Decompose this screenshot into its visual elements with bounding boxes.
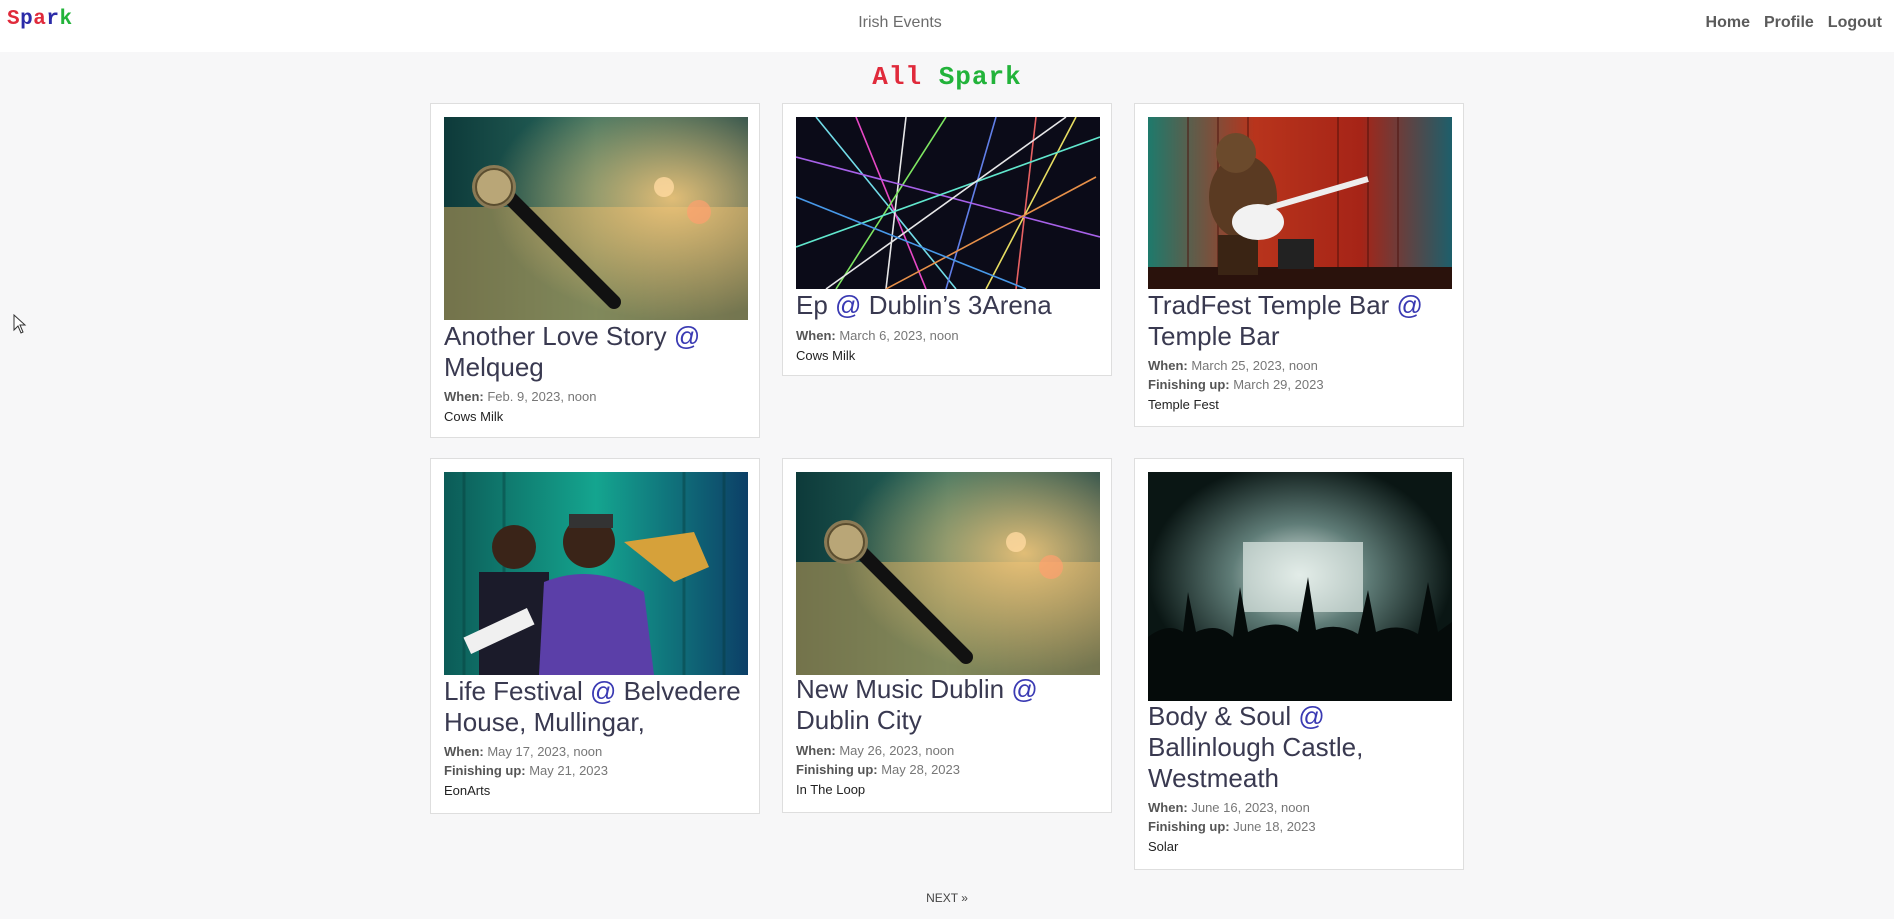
event-organizer: In The Loop [796,782,866,797]
microphone-image [444,117,748,320]
microphone-image [796,472,1100,675]
at-sign: @ [1011,674,1038,704]
saxophone-player-image [444,472,748,675]
mouse-cursor-icon [13,314,27,334]
event-card[interactable]: TradFest Temple Bar @ Temple Bar When: M… [1134,103,1464,427]
finish-label: Finishing up: [1148,377,1230,392]
when-label: When: [1148,800,1188,815]
event-when: When: March 6, 2023, noon [796,326,1102,345]
at-sign: @ [673,321,701,351]
event-name: Another Love Story [444,321,667,351]
finish-value: June 18, 2023 [1233,819,1316,834]
at-sign: @ [589,676,617,706]
event-title[interactable]: Ep @ Dublin’s 3Arena [796,290,1102,321]
when-label: When: [796,328,836,343]
event-finish: Finishing up: May 21, 2023 [444,761,750,780]
heading-word-all: All [872,62,923,92]
when-value: June 16, 2023, noon [1191,800,1310,815]
top-navbar: Spark Irish Events Home Profile Logout [0,0,1894,52]
nav-home-link[interactable]: Home [1706,14,1750,32]
at-sign: @ [1396,290,1423,320]
event-when: When: May 26, 2023, noon [796,741,1102,760]
event-organizer: Cows Milk [444,409,504,424]
event-organizer: Cows Milk [796,348,856,363]
when-label: When: [1148,358,1188,373]
finish-value: May 28, 2023 [881,762,960,777]
event-organizer: Solar [1148,839,1179,854]
finish-label: Finishing up: [444,763,526,778]
event-when: When: June 16, 2023, noon [1148,798,1454,817]
event-finish: Finishing up: June 18, 2023 [1148,817,1454,836]
event-when: When: Feb. 9, 2023, noon [444,387,750,406]
event-card[interactable]: Ep @ Dublin’s 3Arena When: March 6, 2023… [782,103,1112,376]
when-label: When: [444,744,484,759]
main-nav: Home Profile Logout [1706,14,1882,32]
event-when: When: March 25, 2023, noon [1148,356,1454,375]
guitar-monkey-image [1148,117,1452,289]
when-label: When: [444,389,484,404]
laser-show-image [796,117,1100,289]
page-title: All Spark [0,62,1894,92]
finish-value: March 29, 2023 [1233,377,1324,392]
when-label: When: [796,743,836,758]
event-name: New Music Dublin [796,674,1005,704]
event-title[interactable]: Another Love Story @ Melqueg [444,321,750,383]
when-value: March 6, 2023, noon [839,328,959,343]
event-venue: Temple Bar [1148,321,1280,351]
event-venue: Dublin City [796,705,922,735]
event-name: Ep [796,290,828,320]
event-card[interactable]: Life Festival @ Belvedere House, Mulling… [430,458,760,814]
event-finish: Finishing up: March 29, 2023 [1148,375,1454,394]
event-title[interactable]: Life Festival @ Belvedere House, Mulling… [444,676,750,738]
event-title[interactable]: TradFest Temple Bar @ Temple Bar [1148,290,1454,352]
nav-logout-link[interactable]: Logout [1828,14,1882,32]
event-organizer: Temple Fest [1148,397,1219,412]
finish-label: Finishing up: [1148,819,1230,834]
event-venue: Dublin’s 3Arena [868,290,1052,320]
event-card[interactable]: Another Love Story @ Melqueg When: Feb. … [430,103,760,438]
event-name: Body & Soul [1148,701,1292,731]
when-value: May 26, 2023, noon [839,743,955,758]
event-title[interactable]: Body & Soul @ Ballinlough Castle, Westme… [1148,701,1454,794]
event-card[interactable]: New Music Dublin @ Dublin City When: May… [782,458,1112,813]
event-name: Life Festival [444,676,583,706]
finish-label: Finishing up: [796,762,878,777]
event-card[interactable]: Body & Soul @ Ballinlough Castle, Westme… [1134,458,1464,870]
finish-value: May 21, 2023 [529,763,608,778]
at-sign: @ [1298,701,1325,731]
event-when: When: May 17, 2023, noon [444,742,750,761]
event-title[interactable]: New Music Dublin @ Dublin City [796,674,1102,736]
event-venue: Melqueg [444,352,544,382]
nav-profile-link[interactable]: Profile [1764,14,1814,32]
heading-word-spark: Spark [938,62,1022,92]
concert-crowd-image [1148,472,1452,701]
at-sign: @ [835,290,862,320]
event-venue: Ballinlough Castle, Westmeath [1148,732,1364,793]
site-subtitle: Irish Events [858,14,942,31]
event-finish: Finishing up: May 28, 2023 [796,760,1102,779]
next-page-link[interactable]: NEXT » [0,891,1894,905]
when-value: Feb. 9, 2023, noon [487,389,597,404]
when-value: March 25, 2023, noon [1191,358,1318,373]
event-organizer: EonArts [444,783,491,798]
when-value: May 17, 2023, noon [487,744,603,759]
event-name: TradFest Temple Bar [1148,290,1390,320]
